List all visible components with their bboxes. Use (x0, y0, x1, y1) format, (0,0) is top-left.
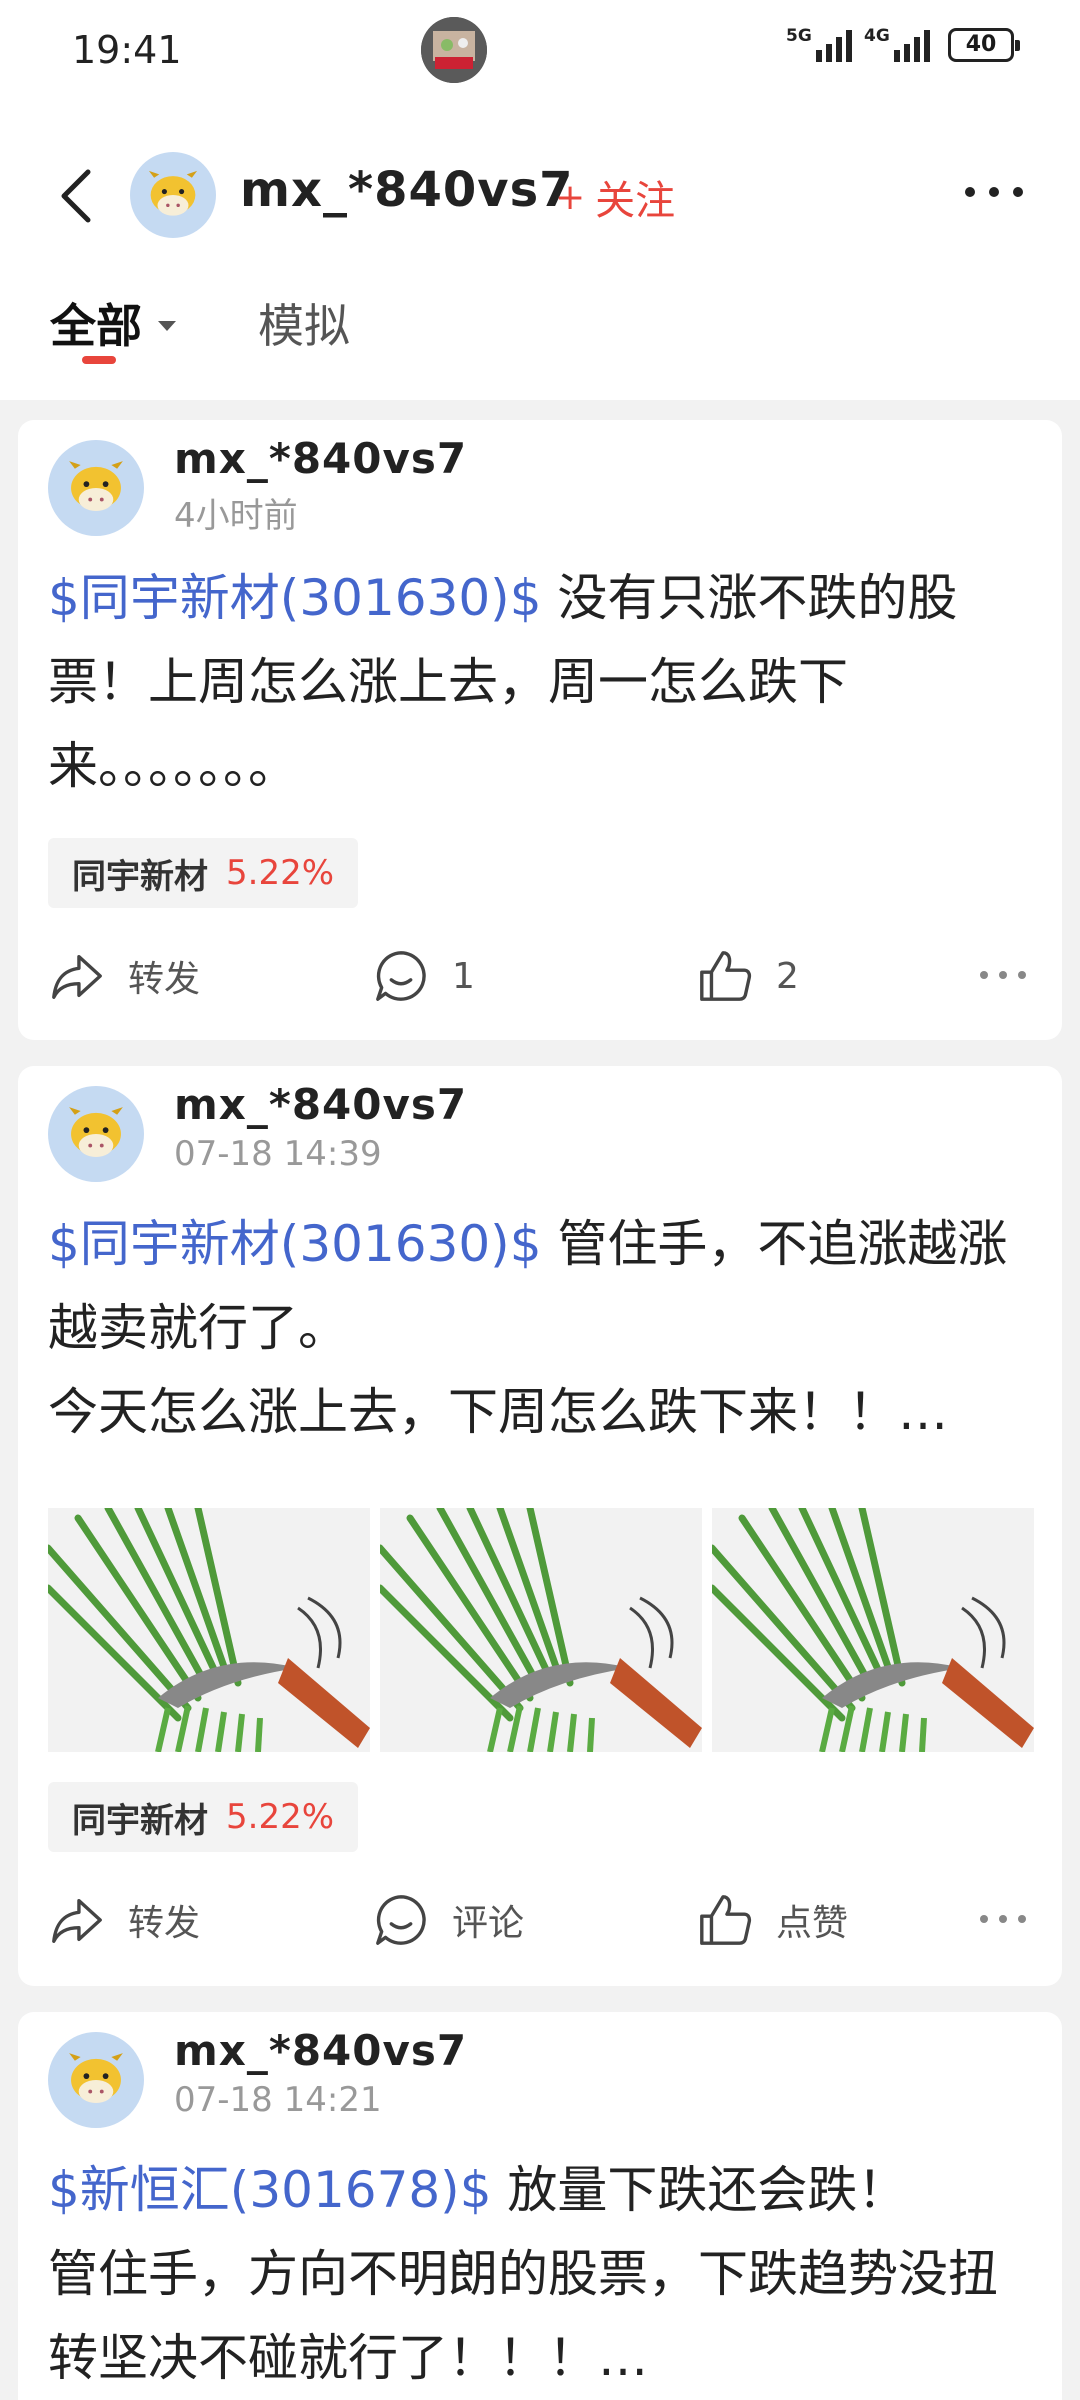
post-more-icon[interactable] (978, 1910, 1028, 1928)
post-body-line2: 今天怎么涨上去，下周怎么跌下来！！… (48, 1383, 948, 1441)
comment-bubble-icon (376, 951, 426, 1001)
post-card[interactable]: mx_*840vs7 07-18 14:39 $同宇新材(301630)$ 管住… (18, 1066, 1062, 1986)
forward-button[interactable]: 转发 (48, 1880, 200, 1960)
notification-avatar-icon (421, 17, 487, 83)
thumbs-up-icon (700, 951, 752, 1001)
stock-chip-name: 同宇新材 (72, 856, 208, 897)
post-text[interactable]: $同宇新材(301630)$ 管住手，不追涨越涨越卖就行了。 今天怎么涨上去，下周… (48, 1202, 1038, 1454)
tab-all-label: 全部 (50, 299, 142, 353)
plus-icon: + (555, 176, 586, 218)
cow-avatar-icon[interactable] (130, 152, 216, 238)
more-options-icon[interactable] (962, 180, 1026, 204)
profile-header: mx_*840vs7 + 关注 (0, 140, 1080, 250)
like-count: 2 (776, 955, 799, 997)
post-body: 放量下跌还会跌！ (491, 2161, 908, 2219)
post-time: 4小时前 (174, 496, 298, 536)
post-more-icon[interactable] (978, 966, 1028, 984)
profile-username: mx_*840vs7 (240, 162, 574, 218)
forward-button[interactable]: 转发 (48, 936, 200, 1016)
post-card[interactable]: mx_*840vs7 4小时前 $同宇新材(301630)$ 没有只涨不跌的股票… (18, 420, 1062, 1040)
comment-button[interactable]: 1 (372, 936, 475, 1016)
stock-chip-name: 同宇新材 (72, 1800, 208, 1841)
post-author[interactable]: mx_*840vs7 (174, 434, 467, 483)
post-image[interactable] (380, 1508, 702, 1752)
follow-label: 关注 (595, 178, 676, 224)
back-arrow-icon[interactable] (52, 166, 102, 226)
post-time: 07-18 14:39 (174, 1134, 382, 1174)
like-button[interactable]: 点赞 (696, 1880, 848, 1960)
dropdown-caret-icon (158, 321, 176, 331)
post-image[interactable] (712, 1508, 1034, 1752)
like-button[interactable]: 2 (696, 936, 799, 1016)
active-tab-indicator (82, 356, 116, 364)
like-label: 点赞 (776, 1903, 849, 1944)
comment-bubble-icon (376, 1895, 426, 1945)
cow-avatar-icon[interactable] (48, 2032, 144, 2128)
tab-simulated[interactable]: 模拟 (258, 290, 350, 356)
forward-label: 转发 (128, 959, 201, 1000)
battery-icon: 40 (948, 28, 1020, 62)
post-actions: 转发 评论 点赞 (18, 1880, 1062, 1960)
status-time: 19:41 (72, 28, 182, 72)
stock-tag-link[interactable]: $同宇新材(301630)$ (48, 569, 542, 627)
cow-avatar-icon[interactable] (48, 1086, 144, 1182)
stock-chip[interactable]: 同宇新材 5.22% (48, 838, 359, 908)
thumbs-up-icon (700, 1895, 752, 1945)
post-body-line2: 管住手，方向不明朗的股票，下跌趋势没扭转坚决不碰就行了！！！… (48, 2245, 998, 2387)
stock-chip-change: 5.22% (226, 853, 335, 893)
share-arrow-icon (52, 1898, 102, 1943)
chive-sickle-illustration (48, 1508, 370, 1752)
post-images (48, 1508, 1034, 1752)
post-image[interactable] (48, 1508, 370, 1752)
chive-sickle-illustration (380, 1508, 702, 1752)
tab-all[interactable]: 全部 (50, 290, 176, 356)
comment-button[interactable]: 评论 (372, 1880, 524, 1960)
comment-count: 1 (452, 955, 475, 997)
forward-label: 转发 (128, 1903, 201, 1944)
stock-chip-change: 5.22% (226, 1797, 335, 1837)
stock-tag-link[interactable]: $新恒汇(301678)$ (48, 2161, 492, 2219)
signal-4g-icon: 4G (864, 26, 930, 62)
comment-label: 评论 (452, 1903, 525, 1944)
status-bar: 19:41 5G 4G 40 (0, 0, 1080, 100)
stock-chip[interactable]: 同宇新材 5.22% (48, 1782, 359, 1852)
post-author[interactable]: mx_*840vs7 (174, 2026, 467, 2075)
post-text[interactable]: $新恒汇(301678)$ 放量下跌还会跌！ 管住手，方向不明朗的股票，下跌趋势没… (48, 2148, 1038, 2400)
tab-bar: 全部 模拟 (0, 270, 1080, 380)
post-time: 07-18 14:21 (174, 2080, 382, 2120)
signal-5g-icon: 5G (786, 26, 852, 62)
post-actions: 转发 1 2 (18, 936, 1062, 1016)
stock-tag-link[interactable]: $同宇新材(301630)$ (48, 1215, 542, 1273)
share-arrow-icon (52, 954, 102, 999)
chive-sickle-illustration (712, 1508, 1034, 1752)
follow-button[interactable]: + 关注 (555, 168, 675, 226)
post-card[interactable]: mx_*840vs7 07-18 14:21 $新恒汇(301678)$ 放量下… (18, 2012, 1062, 2400)
post-author[interactable]: mx_*840vs7 (174, 1080, 467, 1129)
cow-avatar-icon[interactable] (48, 440, 144, 536)
post-text[interactable]: $同宇新材(301630)$ 没有只涨不跌的股票！上周怎么涨上去，周一怎么跌下来… (48, 556, 1038, 808)
